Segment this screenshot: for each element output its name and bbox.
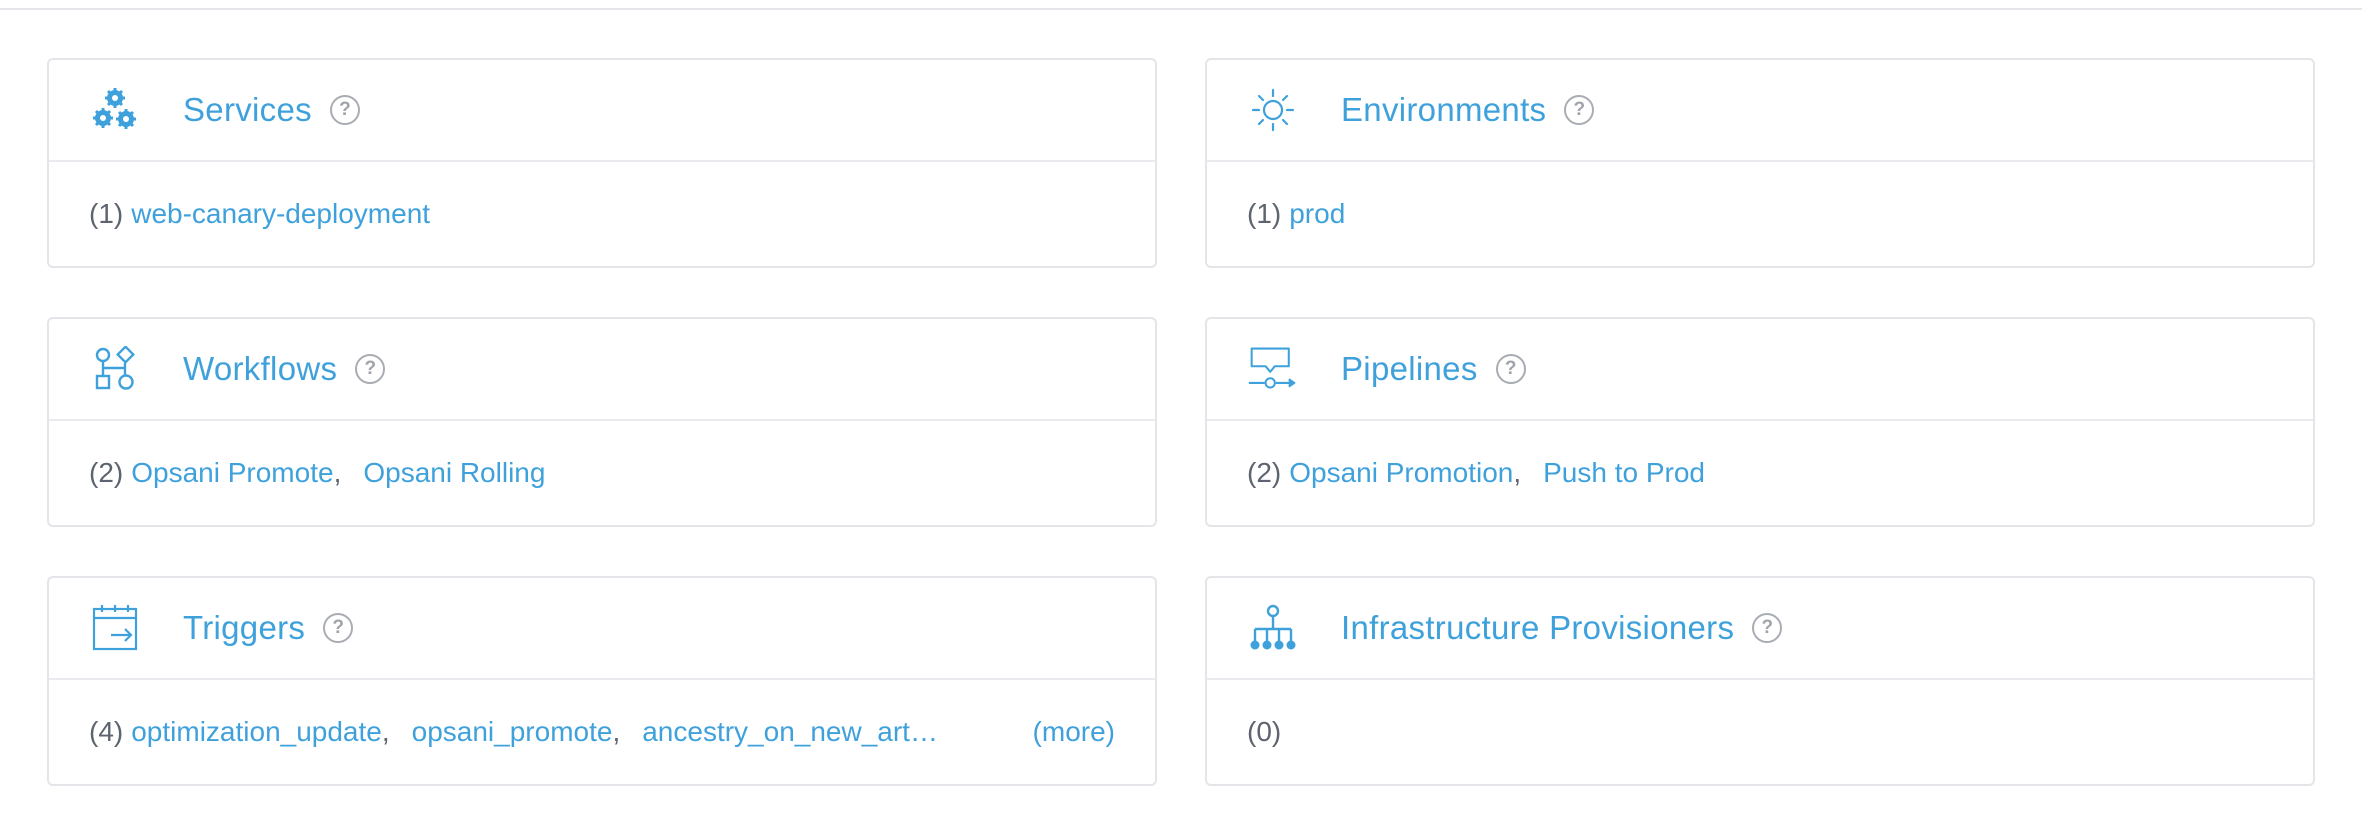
services-help-icon[interactable]: ? [329, 95, 360, 125]
list-separator: , [612, 716, 621, 747]
pipelines-card-body: (2) Opsani Promotion , Push to Prod [1207, 421, 2313, 525]
pipelines-help-icon[interactable]: ? [1495, 354, 1526, 384]
services-title[interactable]: Services [183, 91, 312, 129]
top-divider [0, 8, 2362, 10]
triggers-card: Triggers ? (4) optimization_update , ops… [47, 576, 1157, 786]
environments-title[interactable]: Environments [1341, 91, 1546, 129]
workflows-card: Workflows ? (2) Opsani Promote , Opsani … [47, 317, 1157, 527]
environments-sun-icon [1247, 84, 1299, 136]
environments-count: (1) [1247, 198, 1282, 229]
services-card: Services ? (1) web-canary-deployment [47, 58, 1157, 268]
workflows-help-icon[interactable]: ? [355, 354, 386, 384]
infrastructure-provisioners-card-body: (0) [1207, 680, 2313, 784]
summary-grid: Services ? (1) web-canary-deployment Env… [47, 58, 2315, 786]
more-triggers-link[interactable]: (more) [1033, 716, 1115, 748]
environments-card: Environments ? (1) prod [1205, 58, 2315, 268]
infrastructure-provisioners-card-header: Infrastructure Provisioners ? [1207, 578, 2313, 680]
pipelines-card: Pipelines ? (2) Opsani Promotion , Push … [1205, 317, 2315, 527]
pipelines-card-header: Pipelines ? [1207, 319, 2313, 421]
pipelines-title[interactable]: Pipelines [1341, 350, 1478, 388]
infrastructure-provisioners-card: Infrastructure Provisioners ? (0) [1205, 576, 2315, 786]
list-separator: , [381, 716, 390, 747]
trigger-link[interactable]: opsani_promote [412, 716, 613, 748]
environment-link[interactable]: prod [1289, 198, 1345, 230]
triggers-calendar-icon [89, 602, 141, 654]
pipeline-link[interactable]: Opsani Promotion [1289, 457, 1513, 489]
workflows-count: (2) [89, 457, 124, 488]
workflow-link[interactable]: Opsani Promote [131, 457, 333, 489]
triggers-title[interactable]: Triggers [183, 609, 305, 647]
services-card-header: Services ? [49, 60, 1155, 162]
workflows-card-header: Workflows ? [49, 319, 1155, 421]
triggers-card-header: Triggers ? [49, 578, 1155, 680]
list-separator: , [333, 457, 342, 488]
workflows-shapes-icon [89, 343, 141, 395]
triggers-card-body: (4) optimization_update , opsani_promote… [49, 680, 1155, 784]
infrastructure-provisioners-help-icon[interactable]: ? [1752, 613, 1783, 643]
list-separator: , [1513, 457, 1522, 488]
trigger-link[interactable]: optimization_update [131, 716, 382, 748]
pipelines-count: (2) [1247, 457, 1282, 488]
workflow-link[interactable]: Opsani Rolling [363, 457, 545, 489]
services-gears-icon [89, 84, 141, 136]
services-count: (1) [89, 198, 124, 229]
trigger-link[interactable]: ancestry_on_new_artifact [642, 716, 942, 748]
environments-card-header: Environments ? [1207, 60, 2313, 162]
environments-help-icon[interactable]: ? [1564, 95, 1595, 125]
service-link[interactable]: web-canary-deployment [131, 198, 430, 230]
triggers-help-icon[interactable]: ? [323, 613, 354, 643]
triggers-count: (4) [89, 716, 124, 747]
pipeline-link[interactable]: Push to Prod [1543, 457, 1705, 489]
services-card-body: (1) web-canary-deployment [49, 162, 1155, 266]
workflows-card-body: (2) Opsani Promote , Opsani Rolling [49, 421, 1155, 525]
infrastructure-provisioners-title[interactable]: Infrastructure Provisioners [1341, 609, 1734, 647]
infrastructure-tree-icon [1247, 602, 1299, 654]
environments-card-body: (1) prod [1207, 162, 2313, 266]
infrastructure-provisioners-count: (0) [1247, 716, 1282, 747]
pipelines-icon [1247, 343, 1299, 395]
workflows-title[interactable]: Workflows [183, 350, 337, 388]
